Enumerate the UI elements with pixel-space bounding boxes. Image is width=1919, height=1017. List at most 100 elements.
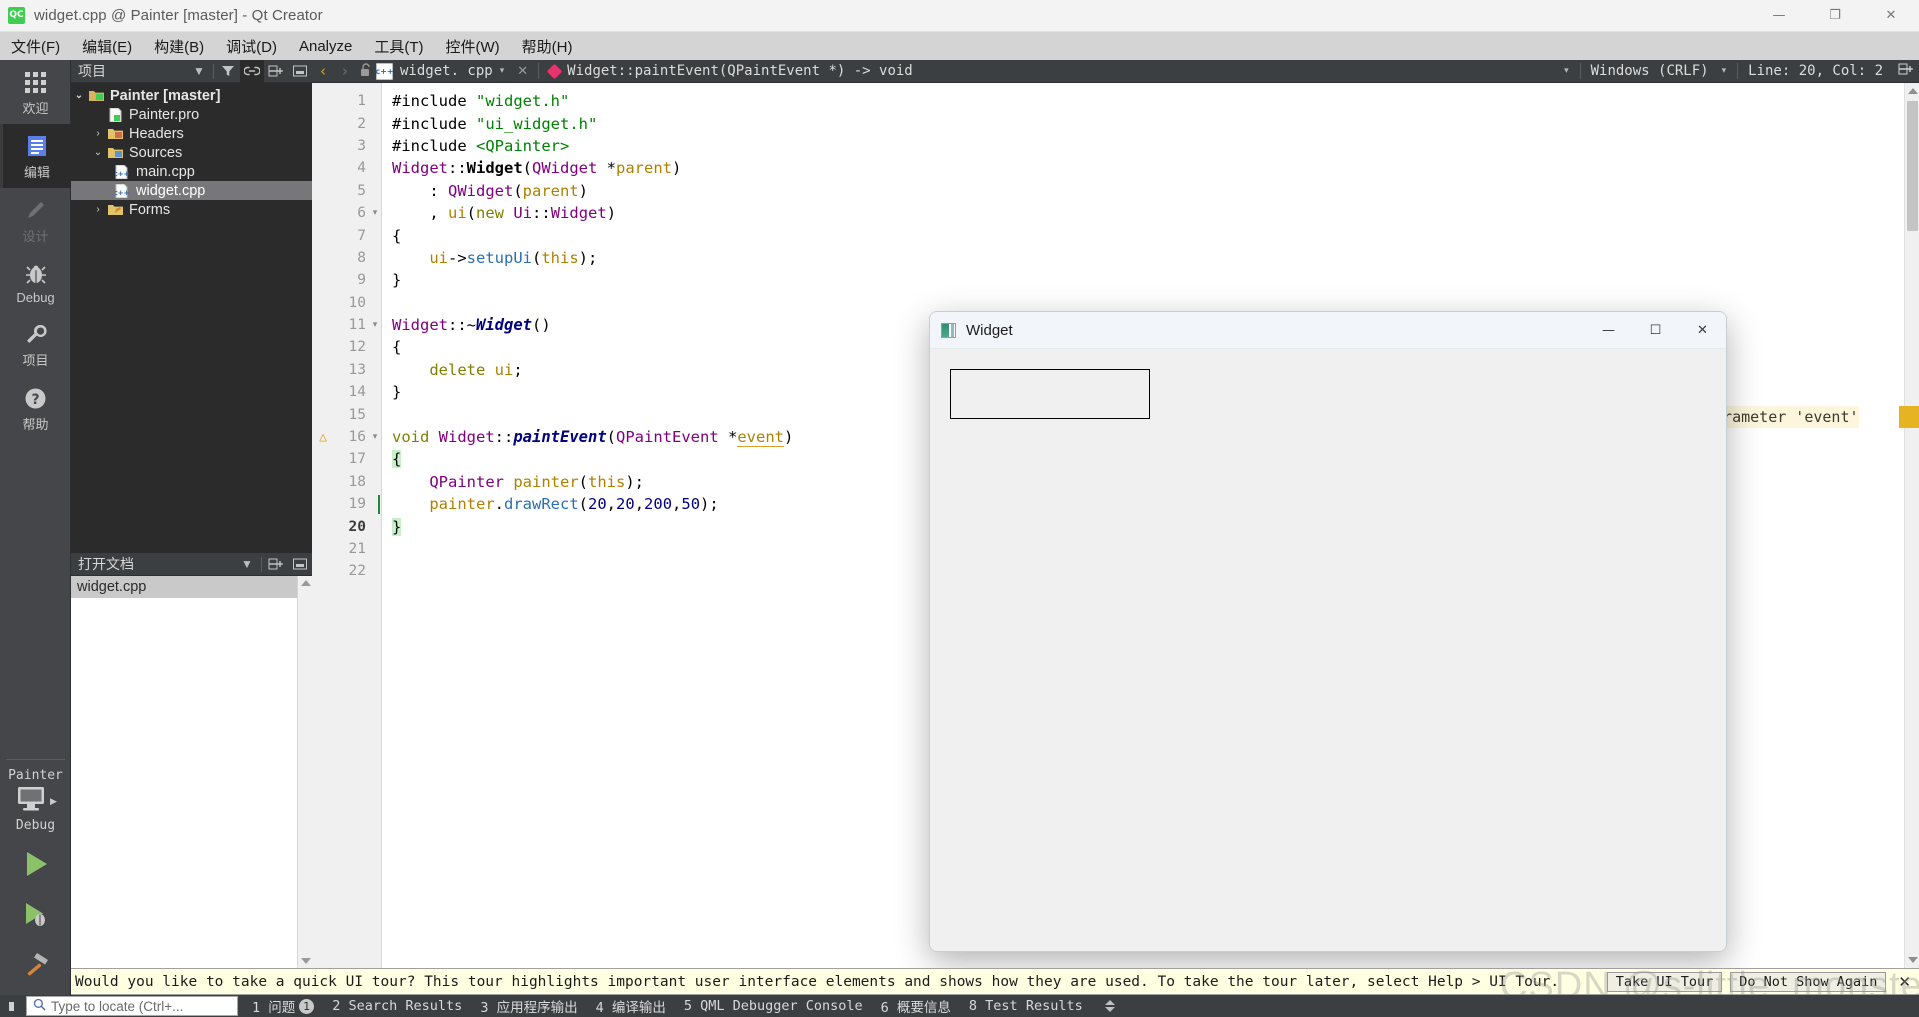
navigate-forward-button[interactable]: › xyxy=(334,62,356,80)
updown-arrows-icon[interactable] xyxy=(1104,1000,1115,1012)
toggle-sidebar-icon[interactable] xyxy=(0,995,22,1017)
sort-dropdown-icon[interactable]: ▼ xyxy=(235,553,259,576)
open-documents-scrollbar[interactable] xyxy=(297,576,312,968)
tree-item-widget-cpp[interactable]: c++ widget.cpp xyxy=(71,181,312,200)
tree-item-sources[interactable]: ⌄ Sources xyxy=(71,143,312,162)
tree-item-main-cpp[interactable]: c++ main.cpp xyxy=(71,162,312,181)
mode-debug[interactable]: Debug xyxy=(0,252,71,312)
run-button[interactable] xyxy=(0,841,71,891)
chevron-right-icon[interactable]: › xyxy=(90,204,106,215)
scroll-up-arrow-icon[interactable] xyxy=(301,580,311,586)
widget-paint-canvas[interactable] xyxy=(930,349,1726,951)
close-infobar-button[interactable]: ✕ xyxy=(1898,973,1911,991)
code-line[interactable]: 5 : QWidget(parent) xyxy=(312,180,1919,202)
code-line[interactable]: 7 { xyxy=(312,224,1919,246)
menu-help[interactable]: 帮助(H) xyxy=(511,32,584,61)
widget-close-button[interactable]: ✕ xyxy=(1679,312,1726,349)
menu-window[interactable]: 控件(W) xyxy=(435,32,511,61)
editor-vertical-scrollbar[interactable] xyxy=(1904,83,1919,968)
output-pane-search-results[interactable]: 2 Search Results xyxy=(332,998,462,1014)
project-view-dropdown-icon[interactable]: ▼ xyxy=(187,60,211,83)
widget-maximize-button[interactable]: ☐ xyxy=(1632,312,1679,349)
mode-edit[interactable]: 编辑 xyxy=(0,124,71,188)
output-pane-test-results[interactable]: 8 Test Results xyxy=(969,998,1083,1014)
mode-help[interactable]: ? 帮助 xyxy=(0,376,71,440)
tree-item-headers[interactable]: › Headers xyxy=(71,124,312,143)
mode-projects[interactable]: 项目 xyxy=(0,312,71,376)
code-line[interactable]: 1 #include "widget.h" xyxy=(312,90,1919,112)
code-line[interactable]: 3 #include <QPainter> xyxy=(312,135,1919,157)
close-editor-button[interactable]: ✕ xyxy=(511,64,534,79)
take-ui-tour-button[interactable]: Take UI Tour xyxy=(1606,971,1723,992)
kit-project-name: Painter xyxy=(8,768,63,783)
split-editor-icon[interactable] xyxy=(1893,62,1919,80)
locator-input[interactable]: Type to locate (Ctrl+... xyxy=(26,996,238,1016)
mode-design[interactable]: 设计 xyxy=(0,188,71,252)
output-pane-qml-debugger-console[interactable]: 5 QML Debugger Console xyxy=(684,998,863,1014)
open-documents-list: widget.cpp xyxy=(71,576,312,968)
tree-item-painter-pro[interactable]: Painter.pro xyxy=(71,105,312,124)
fold-marker-icon[interactable]: ▾ xyxy=(370,432,380,442)
kit-selector[interactable]: Painter ▶ Debug xyxy=(0,759,71,995)
menu-tools[interactable]: 工具(T) xyxy=(363,32,434,61)
mode-selector: 欢迎 编辑 设计 Debug 项目 ? 帮助 Painter ▶ Debug xyxy=(0,60,71,995)
code-line[interactable]: 4 Widget::Widget(QWidget *parent) xyxy=(312,157,1919,179)
fold-marker-icon[interactable]: ▾ xyxy=(370,320,380,330)
line-ending-selector[interactable]: Windows (CRLF) xyxy=(1591,63,1709,79)
menu-debug[interactable]: 调试(D) xyxy=(215,32,288,61)
build-button[interactable] xyxy=(0,941,71,991)
window-controls: — ❐ ✕ xyxy=(1751,0,1919,32)
window-close-button[interactable]: ✕ xyxy=(1863,0,1919,32)
chevron-down-icon[interactable]: ⌄ xyxy=(90,147,106,158)
debug-button[interactable] xyxy=(0,891,71,941)
window-minimize-button[interactable]: — xyxy=(1751,0,1807,32)
grid-icon xyxy=(0,69,71,95)
widget-application-window[interactable]: Widget — ☐ ✕ xyxy=(929,311,1727,952)
add-split-icon[interactable] xyxy=(264,60,288,83)
link-with-editor-icon[interactable] xyxy=(240,59,264,83)
output-pane-general-messages[interactable]: 6 概要信息 xyxy=(881,996,951,1016)
inline-warning-marker[interactable] xyxy=(1899,406,1919,428)
chevron-down-icon[interactable]: ▾ xyxy=(1722,66,1727,76)
qt-creator-logo-icon: QC xyxy=(8,7,25,24)
mode-welcome[interactable]: 欢迎 xyxy=(0,60,71,124)
menu-edit[interactable]: 编辑(E) xyxy=(71,32,143,61)
code-line[interactable]: 2 #include "ui_widget.h" xyxy=(312,112,1919,134)
do-not-show-again-button[interactable]: Do Not Show Again xyxy=(1730,971,1887,992)
navigate-back-button[interactable]: ‹ xyxy=(312,62,334,80)
fold-marker-icon[interactable]: ▾ xyxy=(370,208,380,218)
chevron-right-icon[interactable]: › xyxy=(90,128,106,139)
close-panel-icon[interactable] xyxy=(288,553,312,576)
scroll-down-arrow-icon[interactable] xyxy=(301,958,311,964)
close-panel-icon[interactable] xyxy=(288,60,312,83)
scroll-down-arrow-icon[interactable] xyxy=(1908,957,1918,963)
line-number: 8 xyxy=(357,249,366,266)
output-pane-compile-output[interactable]: 4 编译输出 xyxy=(596,996,666,1016)
output-pane-issues[interactable]: 1 问题 1 xyxy=(252,996,315,1016)
code-line[interactable]: 6 ▾ , ui(new Ui::Widget) xyxy=(312,202,1919,224)
tree-item-painter-project[interactable]: ⌄ Painter [master] xyxy=(71,86,312,105)
output-pane-application-output[interactable]: 3 应用程序输出 xyxy=(480,996,577,1016)
menu-file[interactable]: 文件(F) xyxy=(0,32,71,61)
chevron-down-icon[interactable]: ▾ xyxy=(1564,66,1569,76)
scrollbar-thumb[interactable] xyxy=(1907,101,1918,231)
menu-build[interactable]: 构建(B) xyxy=(143,32,215,61)
symbol-selector[interactable]: Widget::paintEvent(QPaintEvent *) -> voi… xyxy=(546,63,913,79)
widget-window-titlebar: Widget — ☐ ✕ xyxy=(930,312,1726,349)
code-line[interactable]: 9 } xyxy=(312,269,1919,291)
tree-item-forms[interactable]: › Forms xyxy=(71,200,312,219)
desktop-target-icon xyxy=(14,785,48,818)
widget-minimize-button[interactable]: — xyxy=(1585,312,1632,349)
window-restore-button[interactable]: ❐ xyxy=(1807,0,1863,32)
menu-analyze[interactable]: Analyze xyxy=(288,34,363,59)
chevron-down-icon[interactable]: ⌄ xyxy=(71,90,87,101)
chevron-down-icon[interactable]: ▾ xyxy=(500,66,505,76)
list-item[interactable]: widget.cpp xyxy=(71,576,312,598)
filter-icon[interactable] xyxy=(216,60,240,83)
scroll-up-arrow-icon[interactable] xyxy=(1908,88,1918,94)
tree-item-label: Painter.pro xyxy=(129,106,200,123)
add-split-icon[interactable] xyxy=(264,553,288,576)
unlocked-padlock-icon[interactable] xyxy=(356,62,376,80)
code-line[interactable]: 8 ui->setupUi(this); xyxy=(312,247,1919,269)
current-file-selector[interactable]: c++ widget. cpp ▾ xyxy=(375,62,511,80)
